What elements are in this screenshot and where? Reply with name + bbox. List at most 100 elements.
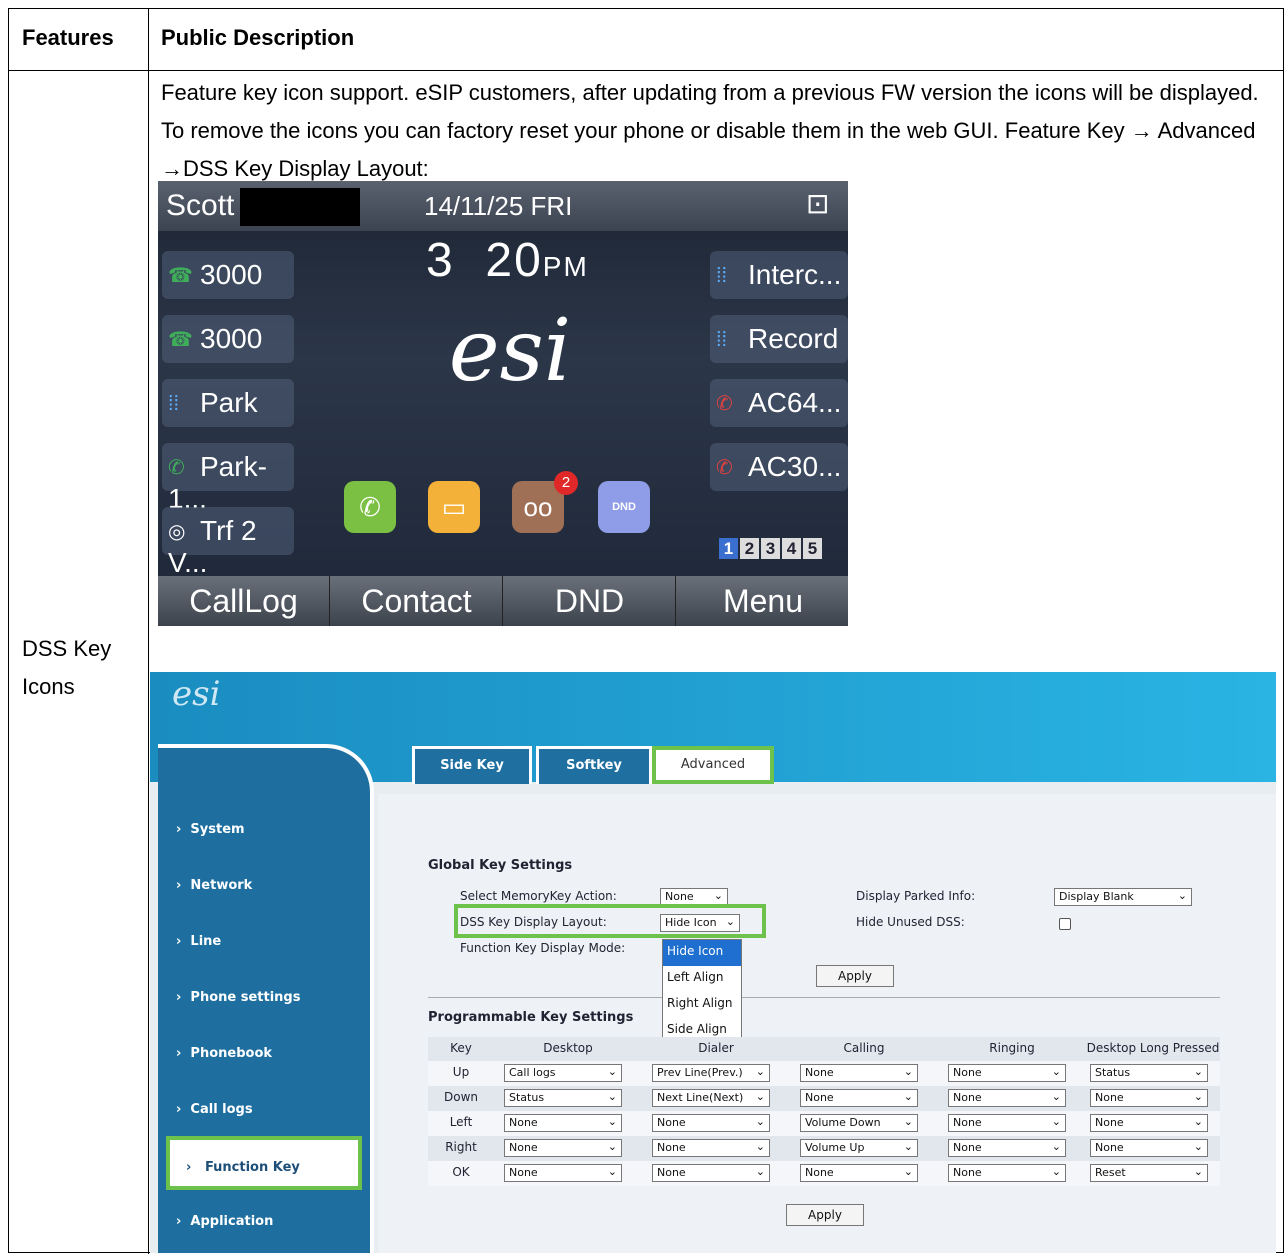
chevron-down-icon: ⌄ [607,1090,617,1103]
key-action-select[interactable]: None ⌄ [800,1089,918,1107]
chevron-down-icon: ⌄ [1193,1065,1203,1078]
select-value: Next Line(Next) [657,1091,744,1104]
key-action-select[interactable]: None ⌄ [504,1114,622,1132]
key-action-select[interactable]: Status ⌄ [1090,1064,1208,1082]
option-right-align[interactable]: Right Align [663,992,741,1018]
phone-missed-icon: ✆ [716,457,733,479]
sidebar-item-phonebook[interactable]: › Phonebook [176,1046,272,1061]
phone-icon: ☎ [168,265,193,287]
network-icon: ⊡ [806,188,830,219]
select-value: None [509,1141,538,1154]
dss-key: ⁞⁞ Record [710,315,848,363]
key-action-select[interactable]: None ⌄ [948,1064,1066,1082]
key-action-select[interactable]: None ⌄ [504,1164,622,1182]
tab-side-key[interactable]: Side Key [412,746,532,784]
sidebar-item-call-logs[interactable]: › Call logs [176,1102,253,1117]
key-name: Right [445,1140,477,1154]
column-header: Dialer [698,1041,734,1055]
select-value: Reset [1095,1166,1126,1179]
option-left-align[interactable]: Left Align [663,966,741,992]
dss-key: ✆ AC64... [710,379,848,427]
key-action-select[interactable]: None ⌄ [652,1164,770,1182]
sidebar-item-function-key[interactable]: › Function Key [166,1136,362,1190]
chevron-down-icon: ⌄ [903,1115,913,1128]
select-memorykey-label: Select MemoryKey Action: [460,889,617,903]
key-action-select[interactable]: None ⌄ [1090,1114,1208,1132]
select-value: None [953,1091,982,1104]
key-action-select[interactable]: None ⌄ [504,1139,622,1157]
key-action-select[interactable]: Call logs ⌄ [504,1064,622,1082]
key-action-select[interactable]: Volume Down ⌄ [800,1114,918,1132]
dss-layout-dropdown: Hide Icon Left Align Right Align Side Al… [662,939,742,1043]
header-public-description: Public Description [161,25,355,50]
header-features: Features [22,25,114,50]
sidebar-item-application[interactable]: › Application [176,1214,273,1229]
select-value: Volume Down [805,1116,881,1129]
key-action-select[interactable]: Volume Up ⌄ [800,1139,918,1157]
chevron-down-icon: ⌄ [903,1140,913,1153]
select-value: None [805,1066,834,1079]
line-key: ☎ 3000 [162,315,294,363]
dss-key: ◎ Trf 2 V... [162,507,294,578]
sidebar-item-line[interactable]: › Line [176,934,221,949]
chevron-down-icon: ⌄ [1193,1165,1203,1178]
chevron-down-icon: ⌄ [1051,1065,1061,1078]
sidebar-item-system[interactable]: › System [176,822,245,837]
column-header: Ringing [989,1041,1035,1055]
key-action-select[interactable]: Reset ⌄ [1090,1164,1208,1182]
transfer-icon: ◎ [168,521,186,543]
key-action-select[interactable]: None ⌄ [800,1064,918,1082]
redaction-box [240,188,360,226]
key-action-select[interactable]: None ⌄ [1090,1139,1208,1157]
table-row: OK None ⌄ None ⌄ None ⌄ None ⌄ Reset ⌄ [428,1161,1220,1186]
sidebar: › System › Network › Line › Phone settin… [158,744,374,1253]
select-value: None [1095,1091,1124,1104]
key-action-select[interactable]: None ⌄ [948,1114,1066,1132]
chevron-down-icon: ⌄ [1051,1090,1061,1103]
phone-screenshot: Scott 14/11/25 FRI ⊡ 3 20PM ☎ 3000 ☎ 3000 … [158,181,848,626]
apply-button[interactable]: Apply [786,1204,864,1226]
tab-advanced[interactable]: Advanced [652,746,774,784]
key-action-select[interactable]: Prev Line(Prev.) ⌄ [652,1064,770,1082]
chevron-down-icon: ⌄ [755,1115,765,1128]
dss-key: ✆ Park-1... [162,443,294,514]
apply-button[interactable]: Apply [816,965,894,987]
key-action-select[interactable]: Next Line(Next) ⌄ [652,1089,770,1107]
sidebar-item-network[interactable]: › Network [176,878,252,893]
select-value: None [953,1066,982,1079]
chevron-down-icon: ⌄ [1177,889,1187,902]
hide-unused-checkbox[interactable] [1059,918,1071,930]
tab-softkey[interactable]: Softkey [536,746,652,784]
key-name: Up [452,1065,470,1079]
page-indicator: 12345 [719,538,824,559]
select-value: None [509,1166,538,1179]
voicemail-badge: 2 [554,471,578,495]
display-parked-select[interactable]: Display Blank ⌄ [1054,888,1192,906]
select-value: None [657,1141,686,1154]
key-action-select[interactable]: None ⌄ [948,1089,1066,1107]
chevron-down-icon: ⌄ [903,1165,913,1178]
key-action-select[interactable]: None ⌄ [1090,1089,1208,1107]
line-key: ☎ 3000 [162,251,294,299]
key-action-select[interactable]: None ⌄ [652,1139,770,1157]
key-action-select[interactable]: None ⌄ [800,1164,918,1182]
chevron-down-icon: ⌄ [1193,1140,1203,1153]
column-header: Desktop Long Pressed [1086,1041,1220,1055]
chevron-down-icon: ⌄ [1051,1165,1061,1178]
select-value: None [657,1116,686,1129]
sidebar-item-phone-settings[interactable]: › Phone settings [176,990,300,1005]
dss-key: ✆ AC30... [710,443,848,491]
global-key-settings-title: Global Key Settings [428,858,573,873]
chevron-down-icon: ⌄ [755,1165,765,1178]
select-value: None [953,1141,982,1154]
option-hide-icon[interactable]: Hide Icon [663,940,741,966]
phone-ringing-icon: ✆ [168,457,185,479]
select-value: None [953,1116,982,1129]
key-action-select[interactable]: None ⌄ [652,1114,770,1132]
phone-missed-icon: ✆ [716,393,733,415]
key-name: Left [449,1115,473,1129]
key-action-select[interactable]: None ⌄ [948,1164,1066,1182]
key-action-select[interactable]: Status ⌄ [504,1089,622,1107]
select-value: Status [1095,1066,1131,1079]
key-action-select[interactable]: None ⌄ [948,1139,1066,1157]
